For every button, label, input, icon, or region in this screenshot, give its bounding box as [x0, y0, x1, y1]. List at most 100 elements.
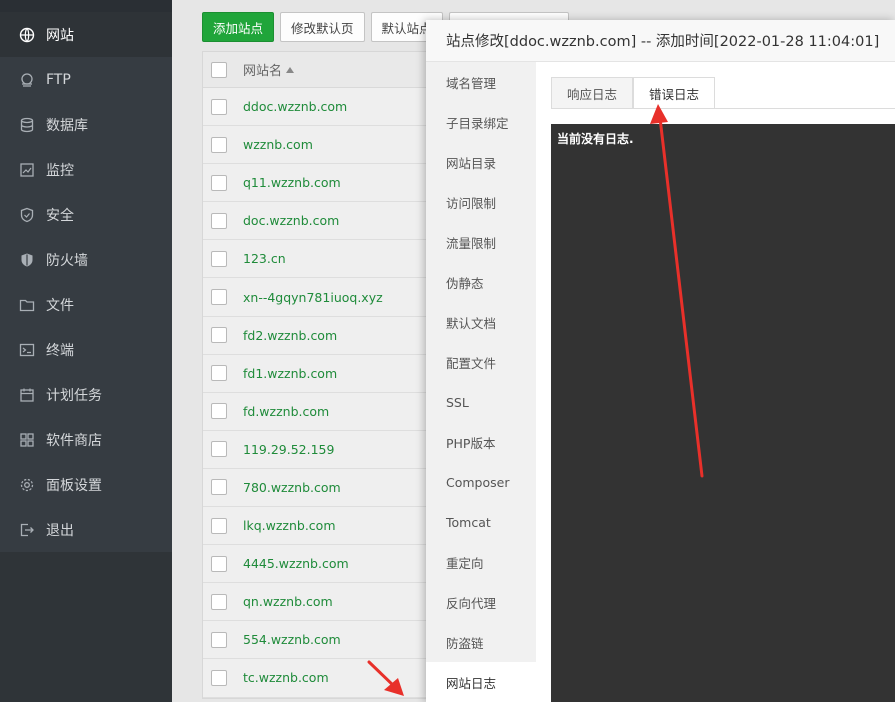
nav-item-label: 面板设置 [46, 477, 102, 494]
menu-item-traffic-limit[interactable]: 流量限制 [426, 222, 536, 262]
nav-item-files[interactable]: 文件 [0, 282, 172, 327]
nav-item-label: 终端 [46, 342, 74, 359]
edit-default-page-button[interactable]: 修改默认页 [280, 12, 365, 42]
nav-item-security[interactable]: 安全 [0, 192, 172, 237]
nav-item-label: 数据库 [46, 117, 88, 134]
row-checkbox[interactable] [211, 136, 227, 153]
modal-side-menu: 域名管理 子目录绑定 网站目录 访问限制 流量限制 伪静态 默认文档 配置文件 … [426, 62, 536, 702]
shield-icon [18, 206, 36, 224]
nav-item-logout[interactable]: 退出 [0, 507, 172, 552]
menu-item-composer[interactable]: Composer [426, 462, 536, 502]
site-link[interactable]: tc.wzznb.com [243, 670, 329, 685]
database-icon [18, 116, 36, 134]
site-link[interactable]: qn.wzznb.com [243, 594, 333, 609]
row-checkbox[interactable] [211, 517, 227, 534]
menu-item-access-limit[interactable]: 访问限制 [426, 182, 536, 222]
site-link[interactable]: 780.wzznb.com [243, 480, 341, 495]
site-settings-modal: 站点修改[ddoc.wzznb.com] -- 添加时间[2022-01-28 … [426, 20, 895, 702]
select-all-checkbox[interactable] [211, 61, 227, 78]
nav-item-label: 防火墙 [46, 252, 88, 269]
row-checkbox[interactable] [211, 593, 227, 610]
site-link[interactable]: 119.29.52.159 [243, 442, 334, 457]
row-checkbox[interactable] [211, 669, 227, 686]
table-row: 780.wzznb.com [203, 469, 441, 508]
menu-item-hotlink[interactable]: 防盗链 [426, 622, 536, 662]
menu-item-rewrite[interactable]: 伪静态 [426, 262, 536, 302]
menu-item-tomcat[interactable]: Tomcat [426, 502, 536, 542]
row-checkbox[interactable] [211, 327, 227, 344]
menu-item-default-doc[interactable]: 默认文档 [426, 302, 536, 342]
site-table: 网站名 ddoc.wzznb.com wzznb.com q11.wzznb.c… [202, 51, 442, 699]
nav-item-cron[interactable]: 计划任务 [0, 372, 172, 417]
site-link[interactable]: fd1.wzznb.com [243, 366, 337, 381]
log-output: 当前没有日志. [551, 124, 895, 702]
row-checkbox[interactable] [211, 631, 227, 648]
menu-item-site-dir[interactable]: 网站目录 [426, 142, 536, 182]
main-nav: 网站 FTP 数据库 监控 安全 防火墙 文件 终端 计划任务 软件商店 面板设… [0, 0, 172, 702]
tab-response-log[interactable]: 响应日志 [551, 77, 634, 109]
nav-item-sites[interactable]: 网站 [0, 12, 172, 57]
site-link[interactable]: doc.wzznb.com [243, 213, 339, 228]
row-checkbox[interactable] [211, 555, 227, 572]
logout-icon [18, 521, 36, 539]
menu-item-reverse-proxy[interactable]: 反向代理 [426, 582, 536, 622]
row-checkbox[interactable] [211, 365, 227, 382]
menu-item-redirect[interactable]: 重定向 [426, 542, 536, 582]
table-row: fd.wzznb.com [203, 393, 441, 431]
table-row: 119.29.52.159 [203, 431, 441, 469]
table-row: 4445.wzznb.com [203, 545, 441, 584]
site-link[interactable]: 123.cn [243, 251, 286, 266]
tab-divider [551, 108, 895, 109]
row-checkbox[interactable] [211, 250, 227, 267]
row-checkbox[interactable] [211, 479, 227, 496]
table-row: doc.wzznb.com [203, 202, 441, 241]
grid-icon [18, 431, 36, 449]
nav-item-label: FTP [46, 71, 71, 88]
site-link[interactable]: xn--4gqyn781iuoq.xyz [243, 290, 383, 305]
row-checkbox[interactable] [211, 289, 227, 306]
site-link[interactable]: q11.wzznb.com [243, 175, 341, 190]
nav-item-settings[interactable]: 面板设置 [0, 462, 172, 507]
table-row: tc.wzznb.com [203, 659, 441, 698]
row-checkbox[interactable] [211, 403, 227, 420]
folder-icon [18, 296, 36, 314]
nav-item-monitor[interactable]: 监控 [0, 147, 172, 192]
add-site-button[interactable]: 添加站点 [202, 12, 275, 42]
gear-icon [18, 476, 36, 494]
site-link[interactable]: wzznb.com [243, 137, 313, 152]
terminal-icon [18, 341, 36, 359]
row-checkbox[interactable] [211, 212, 227, 229]
site-link[interactable]: 554.wzznb.com [243, 632, 341, 647]
ftp-icon [18, 71, 36, 89]
calendar-icon [18, 386, 36, 404]
site-link[interactable]: ddoc.wzznb.com [243, 99, 347, 114]
row-checkbox[interactable] [211, 174, 227, 191]
table-row: 123.cn [203, 240, 441, 279]
sort-asc-icon [286, 66, 295, 73]
menu-item-site-logs[interactable]: 网站日志 [426, 662, 536, 702]
site-link[interactable]: fd.wzznb.com [243, 404, 329, 419]
menu-item-ssl[interactable]: SSL [426, 382, 536, 422]
site-link[interactable]: lkq.wzznb.com [243, 518, 336, 533]
row-checkbox[interactable] [211, 98, 227, 115]
column-header-site-name[interactable]: 网站名 [243, 60, 295, 79]
site-link[interactable]: 4445.wzznb.com [243, 556, 349, 571]
nav-item-ftp[interactable]: FTP [0, 57, 172, 102]
nav-top-strip [0, 0, 172, 12]
nav-item-terminal[interactable]: 终端 [0, 327, 172, 372]
nav-item-database[interactable]: 数据库 [0, 102, 172, 147]
table-row: lkq.wzznb.com [203, 507, 441, 546]
nav-item-label: 网站 [46, 27, 74, 44]
site-link[interactable]: fd2.wzznb.com [243, 328, 337, 343]
modal-title: 站点修改[ddoc.wzznb.com] -- 添加时间[2022-01-28 … [426, 20, 895, 62]
menu-item-subdir-binding[interactable]: 子目录绑定 [426, 102, 536, 142]
row-checkbox[interactable] [211, 441, 227, 458]
nav-item-store[interactable]: 软件商店 [0, 417, 172, 462]
nav-item-firewall[interactable]: 防火墙 [0, 237, 172, 282]
menu-item-config-file[interactable]: 配置文件 [426, 342, 536, 382]
menu-item-php-version[interactable]: PHP版本 [426, 422, 536, 462]
nav-item-label: 计划任务 [46, 387, 102, 404]
table-row: qn.wzznb.com [203, 583, 441, 622]
tab-error-log[interactable]: 错误日志 [633, 77, 716, 109]
menu-item-domains[interactable]: 域名管理 [426, 62, 536, 102]
